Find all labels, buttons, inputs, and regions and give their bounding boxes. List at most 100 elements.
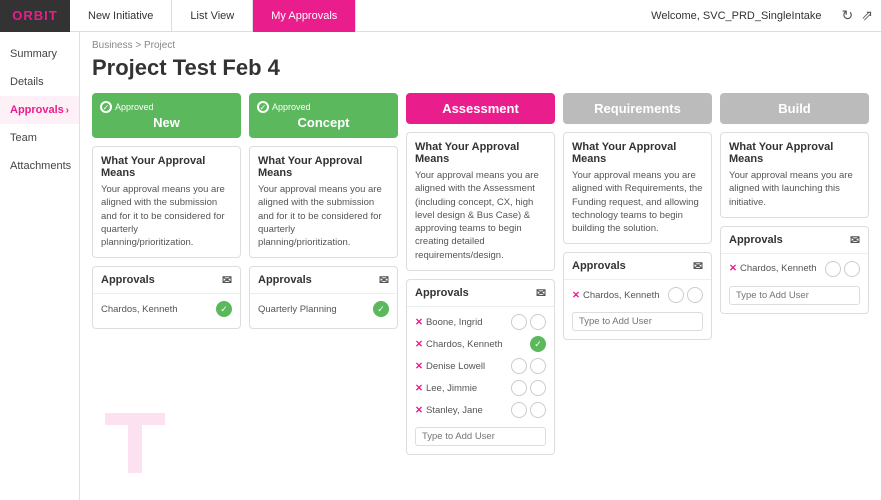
- card-requirements: What Your Approval Means Your approval m…: [563, 132, 712, 244]
- stage-assessment: Assessment What Your Approval Means Your…: [406, 93, 555, 455]
- stage-status-new: ✓ Approved: [100, 101, 233, 113]
- card-assessment: What Your Approval Means Your approval m…: [406, 132, 555, 271]
- sidebar-item-team[interactable]: Team: [0, 124, 79, 152]
- sidebar-item-details[interactable]: Details: [0, 68, 79, 96]
- card-body-requirements: Your approval means you are aligned with…: [572, 169, 703, 235]
- stage-status-concept: ✓ Approved: [257, 101, 390, 113]
- stage-requirements: Requirements What Your Approval Means Yo…: [563, 93, 712, 455]
- approve-action[interactable]: ✓: [373, 301, 389, 317]
- card-body-assessment: Your approval means you are aligned with…: [415, 169, 546, 262]
- approvals-body-requirements: ✕ Chardos, Kenneth: [564, 280, 711, 339]
- approver-actions: ✓: [216, 301, 232, 317]
- approver-row-stanley: ✕ Stanley, Jane: [415, 399, 546, 421]
- action-circle-1[interactable]: [511, 358, 527, 374]
- approver-actions: [511, 380, 546, 396]
- approvals-section-build: Approvals ✉ ✕ Chardos, Kenneth: [720, 226, 869, 314]
- stage-header-concept: ✓ Approved Concept: [249, 93, 398, 138]
- approver-actions: ✓: [373, 301, 389, 317]
- action-circle-2[interactable]: [844, 261, 860, 277]
- mail-icon-requirements[interactable]: ✉: [693, 259, 703, 273]
- tmobile-watermark: [100, 408, 170, 490]
- approver-name: Chardos, Kenneth: [426, 339, 530, 350]
- approver-row-denise: ✕ Denise Lowell: [415, 355, 546, 377]
- approvals-section-requirements: Approvals ✉ ✕ Chardos, Kenneth: [563, 252, 712, 340]
- approve-action[interactable]: ✓: [216, 301, 232, 317]
- approvals-section-concept: Approvals ✉ Quarterly Planning ✓: [249, 266, 398, 329]
- action-circle-2[interactable]: [530, 380, 546, 396]
- card-body-build: Your approval means you are aligned with…: [729, 169, 860, 209]
- action-circle-1[interactable]: [511, 380, 527, 396]
- action-circle-1[interactable]: [825, 261, 841, 277]
- action-circle-2[interactable]: [687, 287, 703, 303]
- approve-action[interactable]: ✓: [530, 336, 546, 352]
- check-circle-concept: ✓: [257, 101, 269, 113]
- mail-icon-assessment[interactable]: ✉: [536, 286, 546, 300]
- stage-build: Build What Your Approval Means Your appr…: [720, 93, 869, 455]
- action-circle-1[interactable]: [668, 287, 684, 303]
- approvals-header-concept: Approvals ✉: [250, 267, 397, 294]
- breadcrumb: Business > Project: [92, 40, 869, 51]
- share-icon[interactable]: ⇗: [861, 7, 873, 24]
- main-content: Business > Project Project Test Feb 4 ✓ …: [80, 32, 881, 500]
- sidebar-item-summary[interactable]: Summary: [0, 40, 79, 68]
- approver-name: Chardos, Kenneth: [101, 304, 216, 315]
- mail-icon-build[interactable]: ✉: [850, 233, 860, 247]
- card-body-concept: Your approval means you are aligned with…: [258, 183, 389, 249]
- approver-row: Quarterly Planning ✓: [258, 298, 389, 320]
- card-body-new: Your approval means you are aligned with…: [101, 183, 232, 249]
- stage-name-concept: Concept: [257, 115, 390, 130]
- approver-row-chardos-req: ✕ Chardos, Kenneth: [572, 284, 703, 306]
- action-circle-1[interactable]: [511, 314, 527, 330]
- add-user-input-assessment[interactable]: [415, 427, 546, 446]
- sidebar: Summary Details Approvals › Team Attachm…: [0, 32, 80, 500]
- sidebar-item-attachments[interactable]: Attachments: [0, 152, 79, 180]
- approver-name: Stanley, Jane: [426, 405, 511, 416]
- nav-tab-new-initiative[interactable]: New Initiative: [70, 0, 172, 32]
- check-circle-new: ✓: [100, 101, 112, 113]
- stage-name-requirements: Requirements: [571, 101, 704, 116]
- card-title-build: What Your Approval Means: [729, 141, 860, 165]
- action-circle-1[interactable]: [511, 402, 527, 418]
- approver-row-chardos-build: ✕ Chardos, Kenneth: [729, 258, 860, 280]
- logo: ORBIT: [0, 0, 70, 32]
- nav-tab-list-view[interactable]: List View: [172, 0, 253, 32]
- action-circle-2[interactable]: [530, 358, 546, 374]
- approver-name: Chardos, Kenneth: [583, 290, 668, 301]
- approver-name: Quarterly Planning: [258, 304, 373, 315]
- approver-actions: [511, 402, 546, 418]
- card-title-new: What Your Approval Means: [101, 155, 232, 179]
- add-user-input-requirements[interactable]: [572, 312, 703, 331]
- nav-tab-my-approvals[interactable]: My Approvals: [253, 0, 356, 32]
- approvals-section-new: Approvals ✉ Chardos, Kenneth ✓: [92, 266, 241, 329]
- action-circle-2[interactable]: [530, 314, 546, 330]
- card-build: What Your Approval Means Your approval m…: [720, 132, 869, 218]
- approver-row-lee: ✕ Lee, Jimmie: [415, 377, 546, 399]
- mail-icon-new[interactable]: ✉: [222, 273, 232, 287]
- stage-name-assessment: Assessment: [414, 101, 547, 116]
- approver-name: Chardos, Kenneth: [740, 263, 825, 274]
- stages-container: ✓ Approved New What Your Approval Means …: [92, 93, 869, 455]
- mail-icon-concept[interactable]: ✉: [379, 273, 389, 287]
- add-user-input-build[interactable]: [729, 286, 860, 305]
- approvals-header-new: Approvals ✉: [93, 267, 240, 294]
- refresh-icon[interactable]: ↻: [842, 7, 854, 24]
- stage-header-assessment: Assessment: [406, 93, 555, 124]
- top-navigation: ORBIT New Initiative List View My Approv…: [0, 0, 881, 32]
- approver-actions: [668, 287, 703, 303]
- sidebar-item-approvals[interactable]: Approvals ›: [0, 96, 79, 124]
- app-body: Summary Details Approvals › Team Attachm…: [0, 32, 881, 500]
- approver-name: Lee, Jimmie: [426, 383, 511, 394]
- approver-name: Boone, Ingrid: [426, 317, 511, 328]
- action-circle-2[interactable]: [530, 402, 546, 418]
- stage-header-build: Build: [720, 93, 869, 124]
- stage-new: ✓ Approved New What Your Approval Means …: [92, 93, 241, 455]
- card-concept: What Your Approval Means Your approval m…: [249, 146, 398, 258]
- approver-actions: [511, 358, 546, 374]
- approver-actions: [511, 314, 546, 330]
- stage-header-new: ✓ Approved New: [92, 93, 241, 138]
- approvals-header-requirements: Approvals ✉: [564, 253, 711, 280]
- sidebar-arrow-icon: ›: [66, 105, 69, 116]
- approvals-header-build: Approvals ✉: [721, 227, 868, 254]
- approver-name: Denise Lowell: [426, 361, 511, 372]
- approver-actions: ✓: [530, 336, 546, 352]
